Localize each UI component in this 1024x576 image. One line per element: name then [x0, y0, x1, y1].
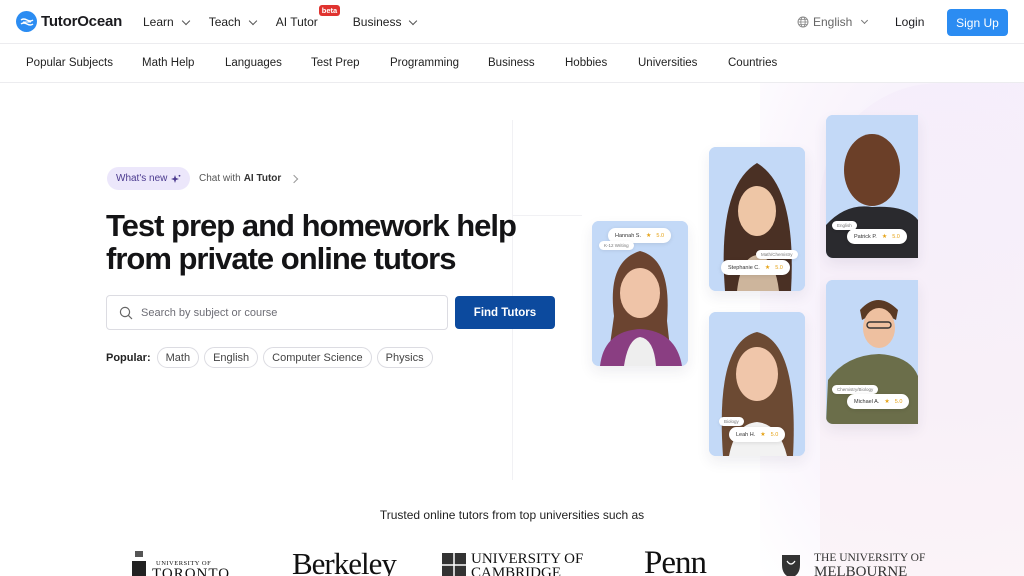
hero-title-line-1: Test prep and homework help [106, 208, 517, 243]
nav-teach[interactable]: Teach [208, 15, 257, 29]
brand-name: TutorOcean [41, 13, 123, 30]
tutor-name: Hannah S. [615, 232, 641, 239]
university-logo-berkeley: Berkeley [292, 546, 397, 576]
tutor-subject-tag: Biology [719, 417, 744, 426]
tutor-card[interactable]: Hannah S. ★ 5.0 K-12 Writing [592, 221, 688, 366]
tutor-name: Stephanie C. [728, 264, 760, 271]
language-label: English [813, 15, 853, 29]
search-input[interactable] [141, 306, 431, 319]
nav-business[interactable]: Business [352, 15, 418, 29]
tutor-card[interactable]: English Patrick P. ★ 5.0 [826, 115, 918, 258]
popular-subjects: Popular: Math English Computer Science P… [106, 347, 433, 368]
university-line-1: THE UNIVERSITY OF [814, 552, 926, 564]
hero-title-line-2: from private online tutors [106, 241, 456, 276]
subject-nav: Popular Subjects Math Help Languages Tes… [0, 44, 1024, 83]
nav-ai-tutor[interactable]: AI Tutor beta [275, 5, 341, 29]
crest-icon [132, 551, 146, 576]
wave-logo-icon [16, 11, 37, 32]
tutor-rating: 5.0 [656, 232, 665, 239]
chevron-down-icon [861, 16, 869, 25]
tutor-name-pill: Patrick P. ★ 5.0 [847, 229, 907, 244]
tutor-name-pill: Stephanie C. ★ 5.0 [721, 260, 790, 275]
subject-hobbies[interactable]: Hobbies [565, 57, 607, 69]
star-icon: ★ [760, 432, 766, 438]
tutor-card[interactable]: Biology Leah H. ★ 5.0 [709, 312, 805, 456]
beta-badge: beta [318, 5, 341, 16]
whats-new-label: What's new [116, 173, 168, 184]
nav-business-label: Business [352, 15, 402, 29]
star-icon: ★ [646, 233, 652, 239]
tutor-subject-tag: Math/Chemistry [756, 250, 798, 259]
chevron-down-icon [409, 16, 418, 25]
signup-button[interactable]: Sign Up [947, 9, 1008, 36]
nav-teach-label: Teach [208, 15, 241, 29]
tutor-card[interactable]: Chemistry/Biology Michael A. ★ 5.0 [826, 280, 918, 424]
search-icon [119, 306, 133, 319]
nav-ai-tutor-label: AI Tutor [275, 15, 318, 29]
login-link[interactable]: Login [895, 15, 924, 29]
tutor-rating: 5.0 [770, 431, 779, 438]
university-line-2: MELBOURNE [814, 564, 908, 576]
subject-countries[interactable]: Countries [728, 57, 777, 69]
crest-icon [442, 553, 466, 576]
subject-universities[interactable]: Universities [638, 57, 697, 69]
popular-label: Popular: [106, 351, 151, 364]
subject-math-help[interactable]: Math Help [142, 57, 194, 69]
subject-popular-subjects[interactable]: Popular Subjects [26, 57, 113, 69]
tutor-rating: 5.0 [894, 398, 903, 405]
top-header: TutorOcean Learn Teach AI Tutor beta Busi… [0, 0, 1024, 44]
hero-title: Test prep and homework help from private… [106, 209, 566, 275]
subject-programming[interactable]: Programming [390, 57, 459, 69]
sparkle-icon [171, 174, 181, 183]
subject-business[interactable]: Business [488, 57, 535, 69]
subject-test-prep[interactable]: Test Prep [311, 57, 360, 69]
tutor-rating: 5.0 [775, 264, 783, 271]
subject-languages[interactable]: Languages [225, 57, 282, 69]
tutor-card[interactable]: Math/Chemistry Stephanie C. ★ 5.0 [709, 147, 805, 291]
chevron-down-icon [248, 16, 257, 25]
chat-prefix: Chat with [199, 173, 241, 184]
nav-learn[interactable]: Learn [143, 15, 190, 29]
tutor-name: Michael A. [854, 398, 880, 405]
tutor-name-pill: Michael A. ★ 5.0 [847, 394, 910, 409]
university-logo-penn: Penn [644, 545, 707, 576]
nav-learn-label: Learn [143, 15, 174, 29]
popular-chip-physics[interactable]: Physics [376, 347, 433, 368]
globe-icon [797, 16, 809, 28]
universities-heading: Trusted online tutors from top universit… [379, 508, 645, 522]
main-nav: Learn Teach AI Tutor beta Business [143, 0, 436, 44]
chat-ai-tutor-strong: AI Tutor [243, 173, 282, 184]
tutor-name: Leah H. [736, 431, 756, 438]
language-selector[interactable]: English [797, 15, 869, 29]
university-line-2: TORONTO [152, 566, 231, 576]
popular-chip-math[interactable]: Math [156, 347, 200, 368]
whats-new-badge[interactable]: What's new [107, 167, 191, 190]
tutor-name-pill: Leah H. ★ 5.0 [729, 427, 786, 442]
chevron-right-icon [290, 174, 299, 183]
university-line-2: CAMBRIDGE [471, 565, 562, 576]
chat-with-ai-tutor-link[interactable]: Chat with AI Tutor [199, 173, 299, 184]
tutor-rating: 5.0 [892, 233, 900, 240]
brand-logo[interactable]: TutorOcean [16, 11, 122, 32]
tutor-subject-tag: K-12 Writing [599, 241, 634, 250]
chevron-down-icon [181, 16, 190, 25]
star-icon: ★ [884, 399, 890, 405]
tutor-subject-tag: Chemistry/Biology [832, 385, 879, 394]
search-box [106, 295, 448, 330]
popular-chip-computer-science[interactable]: Computer Science [263, 347, 372, 368]
find-tutors-button[interactable]: Find Tutors [455, 296, 555, 329]
popular-chip-english[interactable]: English [204, 347, 259, 368]
tutor-name: Patrick P. [854, 233, 877, 240]
star-icon: ★ [764, 265, 771, 271]
crest-icon [782, 555, 800, 576]
star-icon: ★ [881, 234, 888, 240]
